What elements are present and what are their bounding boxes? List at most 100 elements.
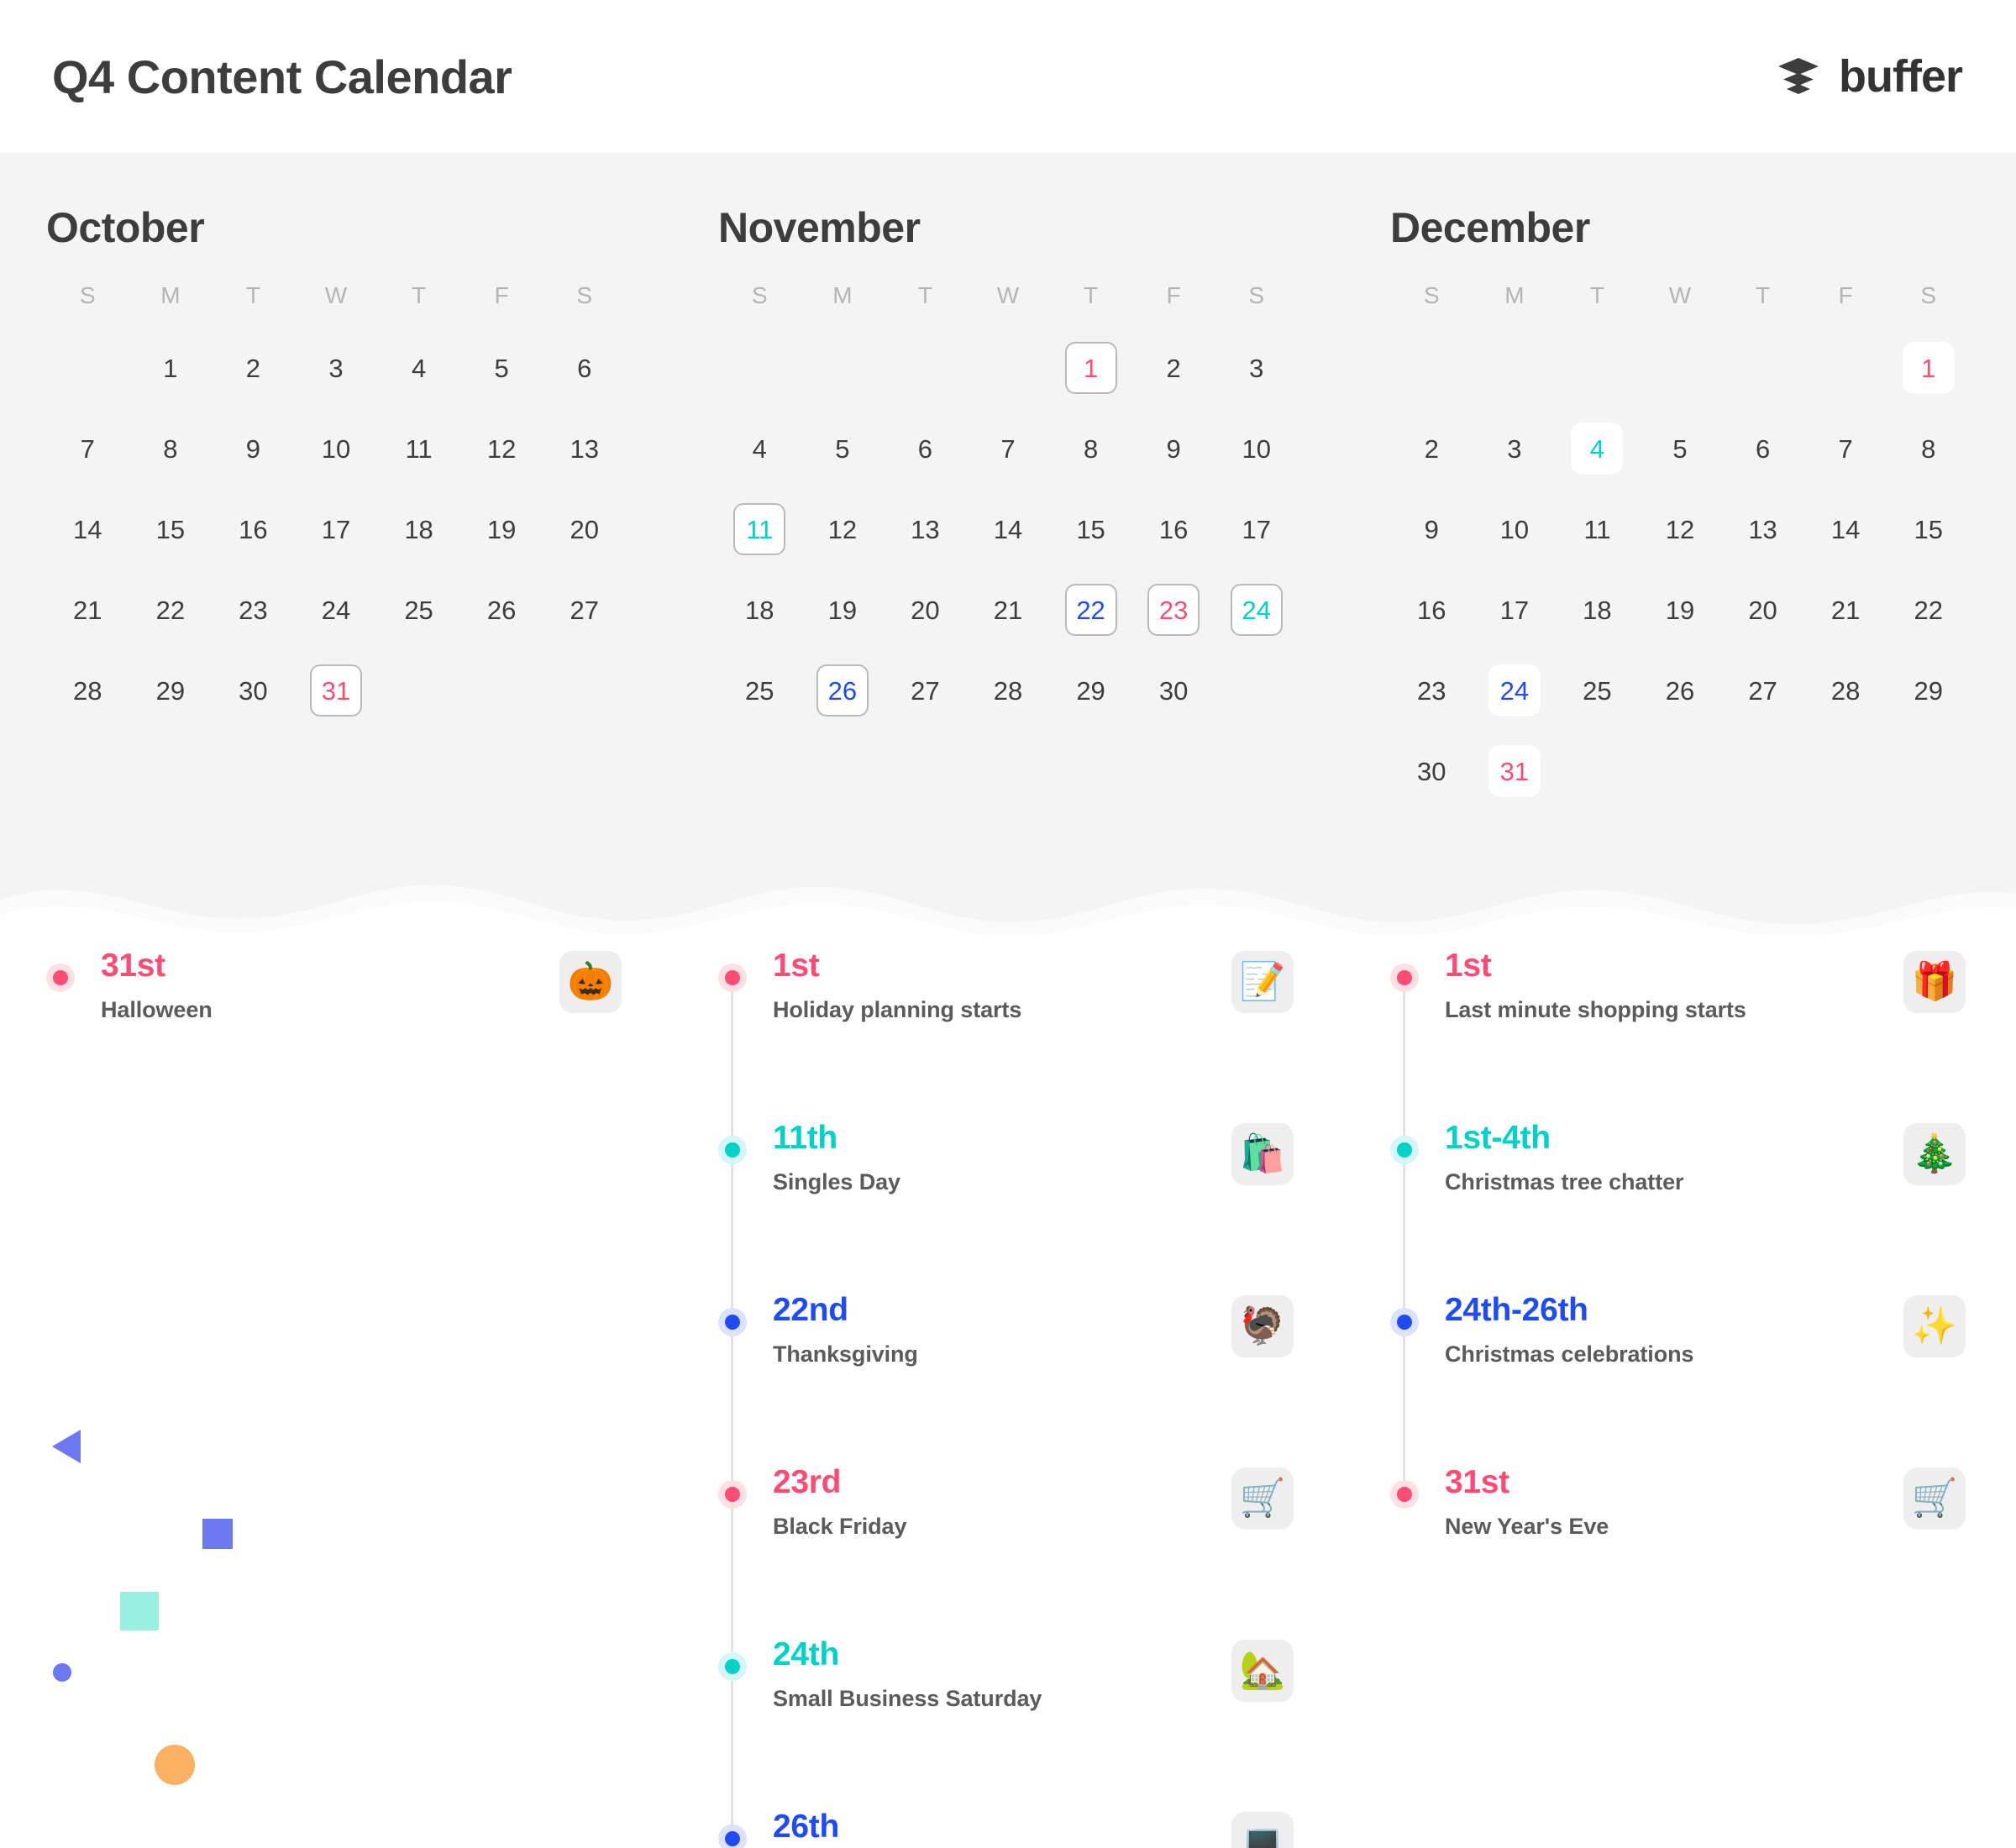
- day-cell[interactable]: 14: [967, 489, 1050, 570]
- day-cell[interactable]: 17: [1215, 489, 1298, 570]
- day-cell[interactable]: 10: [1215, 408, 1298, 489]
- day-cell[interactable]: 20: [543, 489, 626, 570]
- day-cell[interactable]: 5: [801, 408, 885, 489]
- day-cell[interactable]: 14: [46, 489, 129, 570]
- day-cell-highlighted[interactable]: 24: [1473, 650, 1557, 731]
- day-cell[interactable]: 10: [295, 408, 378, 489]
- timeline-item[interactable]: 1st-4th Christmas tree chatter 🎄: [1390, 1121, 1966, 1294]
- day-cell[interactable]: 8: [1887, 408, 1970, 489]
- day-cell-highlighted[interactable]: 22: [1049, 570, 1132, 650]
- day-cell[interactable]: 13: [884, 489, 967, 570]
- day-cell[interactable]: 17: [1473, 570, 1557, 650]
- day-cell[interactable]: 25: [1556, 650, 1639, 731]
- day-cell[interactable]: 24: [295, 570, 378, 650]
- day-cell[interactable]: 9: [212, 408, 295, 489]
- day-cell-highlighted[interactable]: 23: [1132, 570, 1215, 650]
- day-cell[interactable]: 16: [1132, 489, 1215, 570]
- day-cell[interactable]: 13: [543, 408, 626, 489]
- day-cell[interactable]: 3: [295, 328, 378, 408]
- day-cell-highlighted[interactable]: 11: [718, 489, 801, 570]
- timeline-item[interactable]: 11th Singles Day 🛍️: [718, 1121, 1294, 1294]
- day-cell[interactable]: 20: [1721, 570, 1804, 650]
- day-cell[interactable]: 2: [1390, 408, 1473, 489]
- day-cell[interactable]: 11: [1556, 489, 1639, 570]
- day-cell[interactable]: 3: [1473, 408, 1557, 489]
- day-cell[interactable]: 22: [129, 570, 213, 650]
- day-cell[interactable]: 8: [1049, 408, 1132, 489]
- day-cell[interactable]: 12: [460, 408, 543, 489]
- day-cell[interactable]: 2: [1132, 328, 1215, 408]
- timeline-item[interactable]: 24th Small Business Saturday 🏡: [718, 1637, 1294, 1810]
- day-cell[interactable]: 6: [1721, 408, 1804, 489]
- timeline-item[interactable]: 31st Halloween 🎃: [46, 948, 622, 1023]
- day-cell[interactable]: 30: [1132, 650, 1215, 731]
- day-cell[interactable]: 9: [1390, 489, 1473, 570]
- day-cell[interactable]: 4: [718, 408, 801, 489]
- day-cell[interactable]: 18: [377, 489, 460, 570]
- day-cell-highlighted[interactable]: 1: [1049, 328, 1132, 408]
- day-cell[interactable]: 14: [1804, 489, 1887, 570]
- day-cell[interactable]: 5: [460, 328, 543, 408]
- day-cell-highlighted[interactable]: 31: [295, 650, 378, 731]
- day-cell[interactable]: 10: [1473, 489, 1557, 570]
- timeline-item[interactable]: 24th-26th Christmas celebrations ✨: [1390, 1293, 1966, 1466]
- day-cell[interactable]: 21: [46, 570, 129, 650]
- day-cell-highlighted[interactable]: 4: [1556, 408, 1639, 489]
- day-cell[interactable]: 29: [129, 650, 213, 731]
- day-cell[interactable]: 30: [1390, 731, 1473, 811]
- day-cell[interactable]: 15: [1049, 489, 1132, 570]
- day-cell[interactable]: 21: [1804, 570, 1887, 650]
- day-cell[interactable]: 28: [967, 650, 1050, 731]
- day-cell[interactable]: 5: [1639, 408, 1722, 489]
- timeline-item[interactable]: 31st New Year's Eve 🛒: [1390, 1465, 1966, 1540]
- day-cell[interactable]: 19: [1639, 570, 1722, 650]
- day-cell[interactable]: 16: [1390, 570, 1473, 650]
- day-cell-highlighted[interactable]: 24: [1215, 570, 1298, 650]
- day-cell[interactable]: 29: [1887, 650, 1970, 731]
- day-cell[interactable]: 23: [1390, 650, 1473, 731]
- day-cell[interactable]: 23: [212, 570, 295, 650]
- day-cell-highlighted[interactable]: 26: [801, 650, 885, 731]
- day-cell[interactable]: 17: [295, 489, 378, 570]
- day-cell[interactable]: 26: [1639, 650, 1722, 731]
- day-cell[interactable]: 25: [377, 570, 460, 650]
- timeline-item[interactable]: 22nd Thanksgiving 🦃: [718, 1293, 1294, 1466]
- day-cell[interactable]: 29: [1049, 650, 1132, 731]
- day-cell[interactable]: 28: [46, 650, 129, 731]
- day-cell[interactable]: 25: [718, 650, 801, 731]
- day-cell[interactable]: 1: [129, 328, 213, 408]
- day-cell-highlighted[interactable]: 31: [1473, 731, 1557, 811]
- day-cell[interactable]: 12: [1639, 489, 1722, 570]
- day-cell[interactable]: 9: [1132, 408, 1215, 489]
- day-cell[interactable]: 15: [129, 489, 213, 570]
- day-cell[interactable]: 8: [129, 408, 213, 489]
- day-cell[interactable]: 7: [967, 408, 1050, 489]
- day-cell[interactable]: 13: [1721, 489, 1804, 570]
- day-cell[interactable]: 15: [1887, 489, 1970, 570]
- day-cell[interactable]: 18: [718, 570, 801, 650]
- day-cell[interactable]: 7: [46, 408, 129, 489]
- day-cell[interactable]: 12: [801, 489, 885, 570]
- day-cell[interactable]: 2: [212, 328, 295, 408]
- day-cell[interactable]: 27: [543, 570, 626, 650]
- day-cell[interactable]: 19: [801, 570, 885, 650]
- day-cell[interactable]: 11: [377, 408, 460, 489]
- day-cell[interactable]: 3: [1215, 328, 1298, 408]
- day-cell[interactable]: 19: [460, 489, 543, 570]
- timeline-item[interactable]: 23rd Black Friday 🛒: [718, 1465, 1294, 1638]
- day-cell[interactable]: 6: [884, 408, 967, 489]
- day-cell[interactable]: 18: [1556, 570, 1639, 650]
- day-cell[interactable]: 30: [212, 650, 295, 731]
- timeline-item[interactable]: 26thCyber Monday💻: [718, 1809, 1294, 1848]
- day-cell[interactable]: 20: [884, 570, 967, 650]
- day-cell-highlighted[interactable]: 1: [1887, 328, 1970, 408]
- day-cell[interactable]: 27: [1721, 650, 1804, 731]
- day-cell[interactable]: 28: [1804, 650, 1887, 731]
- timeline-item[interactable]: 1st Holiday planning starts 📝: [718, 948, 1294, 1121]
- day-cell[interactable]: 7: [1804, 408, 1887, 489]
- day-cell[interactable]: 6: [543, 328, 626, 408]
- day-cell[interactable]: 26: [460, 570, 543, 650]
- day-cell[interactable]: 27: [884, 650, 967, 731]
- day-cell[interactable]: 22: [1887, 570, 1970, 650]
- day-cell[interactable]: 4: [377, 328, 460, 408]
